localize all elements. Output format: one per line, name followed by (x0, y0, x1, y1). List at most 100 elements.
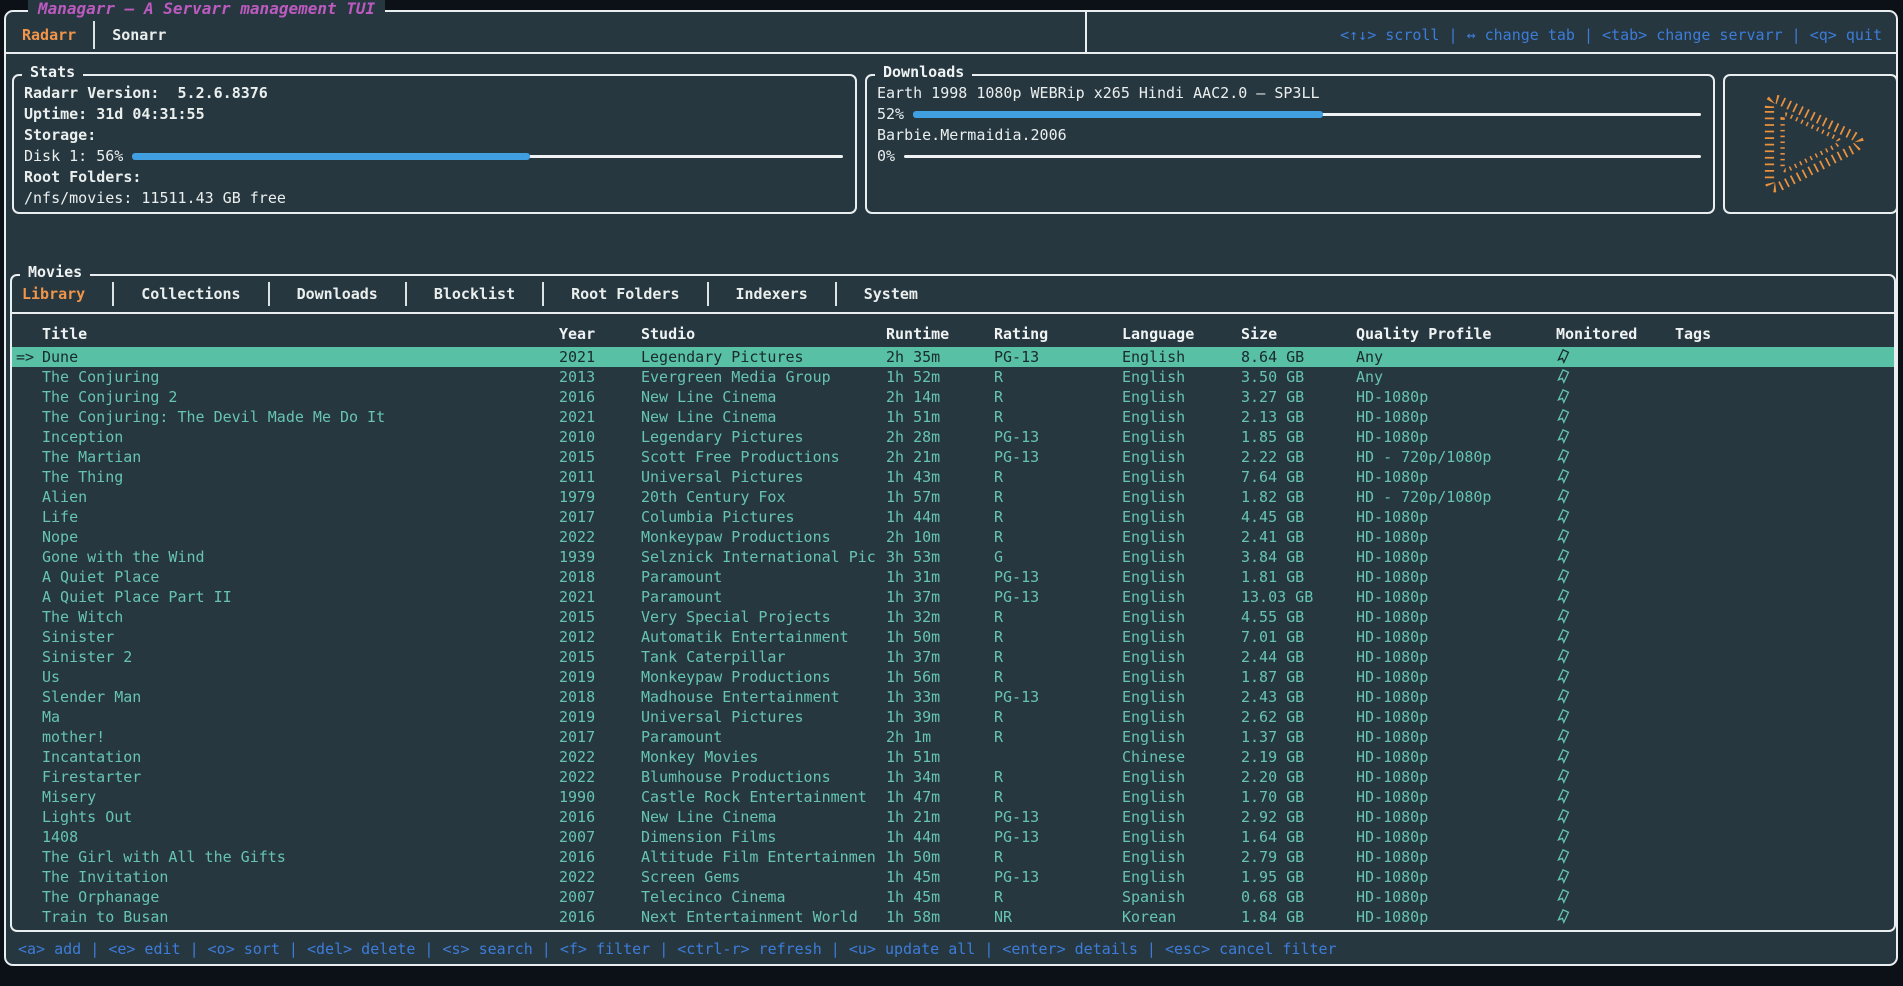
selected-row-marker (12, 747, 42, 767)
cell-year: 1939 (559, 547, 641, 567)
cell-monitored (1556, 707, 1675, 727)
cell-runtime: 2h 35m (886, 347, 994, 367)
cell-quality: HD-1080p (1356, 407, 1556, 427)
table-row[interactable]: The Conjuring: The Devil Made Me Do It20… (12, 407, 1894, 427)
movies-tab-downloads[interactable]: Downloads (297, 285, 378, 303)
cell-studio: Blumhouse Productions (641, 767, 886, 787)
cell-monitored (1556, 907, 1675, 927)
cell-year: 2018 (559, 567, 641, 587)
table-row[interactable]: Train to Busan2016Next Entertainment Wor… (12, 907, 1894, 927)
cell-language: English (1122, 367, 1241, 387)
cell-tags (1675, 727, 1894, 747)
cell-size: 8.64 GB (1241, 347, 1356, 367)
gauge-fill (132, 153, 530, 160)
movies-tab-separator (268, 282, 270, 306)
table-row[interactable]: The Girl with All the Gifts2016Altitude … (12, 847, 1894, 867)
movies-tab-system[interactable]: System (864, 285, 918, 303)
selected-row-marker (12, 907, 42, 927)
table-row[interactable]: Sinister2012Automatik Entertainment1h 50… (12, 627, 1894, 647)
table-row[interactable]: The Martian2015Scott Free Productions2h … (12, 447, 1894, 467)
gauge-fill (913, 111, 1323, 118)
managarr-play-logo-icon (1745, 85, 1877, 203)
cell-runtime: 2h 10m (886, 527, 994, 547)
table-row[interactable]: Sinister 22015Tank Caterpillar1h 37mREng… (12, 647, 1894, 667)
monitored-tag-icon (1556, 849, 1571, 865)
cell-monitored (1556, 787, 1675, 807)
cell-monitored (1556, 847, 1675, 867)
table-row[interactable]: Slender Man2018Madhouse Entertainment1h … (12, 687, 1894, 707)
cell-studio: New Line Cinema (641, 407, 886, 427)
column-header-rating: Rating (994, 325, 1122, 343)
table-row[interactable]: Alien197920th Century Fox1h 57mREnglish1… (12, 487, 1894, 507)
table-row[interactable]: Us2019Monkeypaw Productions1h 56mREnglis… (12, 667, 1894, 687)
table-row[interactable]: Gone with the Wind1939Selznick Internati… (12, 547, 1894, 567)
cell-year: 1979 (559, 487, 641, 507)
cell-language: English (1122, 767, 1241, 787)
keybinding-item: <a> add (18, 940, 81, 958)
table-row[interactable]: The Thing2011Universal Pictures1h 43mREn… (12, 467, 1894, 487)
servarr-tab-sonarr[interactable]: Sonarr (110, 26, 168, 44)
cell-tags (1675, 507, 1894, 527)
cell-monitored (1556, 667, 1675, 687)
movies-tab-blocklist[interactable]: Blocklist (434, 285, 515, 303)
cell-year: 2019 (559, 667, 641, 687)
movies-tab-library[interactable]: Library (22, 285, 85, 303)
cell-tags (1675, 627, 1894, 647)
cell-rating (994, 747, 1122, 767)
cell-rating: R (994, 707, 1122, 727)
cell-quality: HD-1080p (1356, 567, 1556, 587)
cell-monitored (1556, 347, 1675, 367)
table-row[interactable]: mother!2017Paramount2h 1mREnglish1.37 GB… (12, 727, 1894, 747)
movies-tab-collections[interactable]: Collections (141, 285, 240, 303)
cell-monitored (1556, 407, 1675, 427)
cell-size: 1.81 GB (1241, 567, 1356, 587)
movies-tab-separator (835, 282, 837, 306)
monitored-tag-icon (1556, 469, 1571, 485)
table-row[interactable]: Life2017Columbia Pictures1h 44mREnglish4… (12, 507, 1894, 527)
monitored-tag-icon (1556, 629, 1571, 645)
table-row[interactable]: The Witch2015Very Special Projects1h 32m… (12, 607, 1894, 627)
table-row[interactable]: The Invitation2022Screen Gems1h 45mPG-13… (12, 867, 1894, 887)
table-row[interactable]: The Conjuring 22016New Line Cinema2h 14m… (12, 387, 1894, 407)
table-row[interactable]: A Quiet Place2018Paramount1h 31mPG-13Eng… (12, 567, 1894, 587)
table-row[interactable]: The Conjuring2013Evergreen Media Group1h… (12, 367, 1894, 387)
table-row[interactable]: Nope2022Monkeypaw Productions2h 10mREngl… (12, 527, 1894, 547)
table-row[interactable]: Firestarter2022Blumhouse Productions1h 3… (12, 767, 1894, 787)
table-row[interactable]: 14082007Dimension Films1h 44mPG-13Englis… (12, 827, 1894, 847)
table-row[interactable]: The Orphanage2007Telecinco Cinema1h 45mR… (12, 887, 1894, 907)
help-item: ↔ change tab (1467, 26, 1575, 44)
selected-row-marker (12, 427, 42, 447)
movies-tab-indexers[interactable]: Indexers (736, 285, 808, 303)
keybinding-separator: | (533, 940, 560, 958)
cell-language: English (1122, 867, 1241, 887)
cell-rating: R (994, 527, 1122, 547)
cell-rating: PG-13 (994, 807, 1122, 827)
cell-rating: R (994, 787, 1122, 807)
cell-year: 2016 (559, 387, 641, 407)
table-row[interactable]: Misery1990Castle Rock Entertainment1h 47… (12, 787, 1894, 807)
table-row[interactable]: Incantation2022Monkey Movies1h 51mChines… (12, 747, 1894, 767)
cell-year: 2015 (559, 607, 641, 627)
cell-language: English (1122, 587, 1241, 607)
cell-studio: New Line Cinema (641, 807, 886, 827)
table-row[interactable]: Lights Out2016New Line Cinema1h 21mPG-13… (12, 807, 1894, 827)
table-row[interactable]: Inception2010Legendary Pictures2h 28mPG-… (12, 427, 1894, 447)
cell-tags (1675, 467, 1894, 487)
table-row[interactable]: A Quiet Place Part II2021Paramount1h 37m… (12, 587, 1894, 607)
cell-language: English (1122, 487, 1241, 507)
table-row[interactable]: =>Dune2021Legendary Pictures2h 35mPG-13E… (12, 347, 1894, 367)
cell-monitored (1556, 867, 1675, 887)
cell-runtime: 1h 37m (886, 647, 994, 667)
selected-row-marker (12, 607, 42, 627)
cell-tags (1675, 747, 1894, 767)
selected-row-marker (12, 727, 42, 747)
cell-studio: Next Entertainment World (641, 907, 886, 927)
downloads-list: Earth 1998 1080p WEBRip x265 Hindi AAC2.… (877, 83, 1703, 167)
movies-tab-separator (405, 282, 407, 306)
table-row[interactable]: Ma2019Universal Pictures1h 39mREnglish2.… (12, 707, 1894, 727)
servarr-tab-radarr[interactable]: Radarr (20, 26, 78, 44)
monitored-tag-icon (1556, 749, 1571, 765)
cell-year: 2017 (559, 507, 641, 527)
cell-studio: Screen Gems (641, 867, 886, 887)
movies-tab-root-folders[interactable]: Root Folders (571, 285, 679, 303)
